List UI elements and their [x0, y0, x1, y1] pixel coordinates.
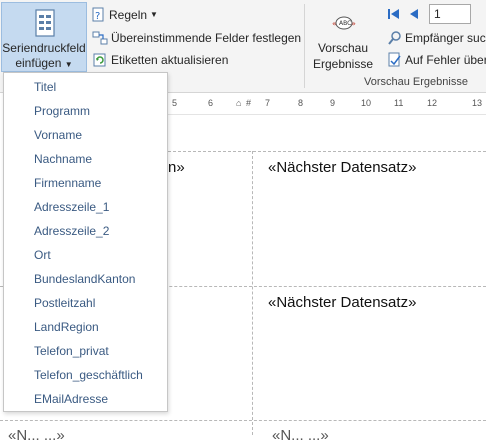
preview-results-button[interactable]: « » ABC Vorschau Ergebnisse: [309, 4, 377, 74]
merge-field-item-emailadresse[interactable]: EMailAdresse: [34, 389, 108, 409]
merge-field-item-bundeslandkanton[interactable]: BundeslandKanton: [34, 269, 135, 289]
merge-field-item-adresszeile-2[interactable]: Adresszeile_2: [34, 221, 109, 241]
merge-field-item-programm[interactable]: Programm: [34, 101, 90, 121]
insert-merge-field-label-2: einfügen ▼: [15, 56, 73, 70]
merge-field-dropdown: Titel Programm Vorname Nachname Firmenna…: [3, 72, 168, 412]
ruler-tick-label: 11: [394, 98, 404, 108]
merge-field-item-landregion[interactable]: LandRegion: [34, 317, 99, 337]
label-grid-line: [168, 151, 486, 152]
match-fields-icon: [92, 31, 108, 45]
find-recipient-icon: [388, 31, 401, 45]
merge-field-partial: «N... ...»: [8, 427, 65, 444]
match-fields-button[interactable]: Übereinstimmende Felder festlegen: [92, 29, 301, 47]
merge-field-partial: n»: [168, 159, 185, 176]
indent-marker-icon[interactable]: ⌂: [236, 96, 241, 110]
chevron-down-icon: ▼: [64, 60, 73, 69]
ruler-tick-label: 10: [361, 98, 372, 108]
merge-field-item-ort[interactable]: Ort: [34, 245, 51, 265]
ruler-tick-label: 12: [427, 98, 438, 108]
rules-button[interactable]: ? Regeln ▼: [92, 6, 158, 24]
svg-text:?: ?: [95, 11, 100, 22]
ruler-tick-label: 6: [208, 98, 214, 108]
find-recipient-button[interactable]: Empfänger such: [388, 29, 486, 47]
svg-text:ABC: ABC: [339, 20, 351, 27]
merge-field-partial: «N... ...»: [272, 427, 329, 444]
merge-field-item-vorname[interactable]: Vorname: [34, 125, 82, 145]
chevron-down-icon: ▼: [150, 10, 158, 19]
ribbon-divider: [304, 4, 305, 88]
insert-merge-field-button[interactable]: Seriendruckfeld einfügen ▼: [1, 2, 87, 72]
record-number-input[interactable]: 1: [429, 4, 471, 24]
ruler-divider: [168, 114, 486, 115]
update-labels-button[interactable]: Etiketten aktualisieren: [92, 51, 228, 69]
check-errors-button[interactable]: Auf Fehler über: [388, 51, 486, 69]
first-record-icon[interactable]: [387, 7, 401, 26]
column-marker-icon[interactable]: #: [246, 96, 251, 110]
previous-record-icon[interactable]: [408, 7, 420, 26]
ruler-tick-label: 13: [472, 98, 483, 108]
merge-field-item-postleitzahl[interactable]: Postleitzahl: [34, 293, 95, 313]
insert-merge-field-label-1: Seriendruckfeld: [2, 41, 86, 55]
ruler-tick-label: 8: [298, 98, 304, 108]
merge-field-item-firmenname[interactable]: Firmenname: [34, 173, 101, 193]
merge-field-item-nachname[interactable]: Nachname: [34, 149, 92, 169]
merge-field-item-telefon-geschaeftlich[interactable]: Telefon_geschäftlich: [34, 365, 143, 385]
check-errors-icon: [388, 52, 401, 67]
preview-results-group-label: Vorschau Ergebnisse: [364, 76, 468, 88]
label-grid-line: [0, 420, 486, 421]
merge-field-item-titel[interactable]: Titel: [34, 77, 56, 97]
preview-results-icon: « » ABC: [331, 8, 357, 40]
merge-field-item-adresszeile-1[interactable]: Adresszeile_1: [34, 197, 109, 217]
update-labels-icon: [93, 53, 106, 67]
rules-icon: ?: [92, 7, 104, 22]
horizontal-ruler[interactable]: 5 6 ⌂ # 7 8 9 10 11 12 13: [168, 96, 486, 110]
label-grid-line: [252, 151, 253, 435]
ruler-tick-label: 7: [265, 98, 271, 108]
next-record-field: «Nächster Datensatz»: [268, 159, 417, 176]
merge-field-item-telefon-privat[interactable]: Telefon_privat: [34, 341, 109, 361]
next-record-field: «Nächster Datensatz»: [268, 294, 417, 311]
ruler-tick-label: 5: [172, 98, 178, 108]
ruler-tick-label: 9: [330, 98, 336, 108]
merge-field-icon: [35, 9, 55, 41]
